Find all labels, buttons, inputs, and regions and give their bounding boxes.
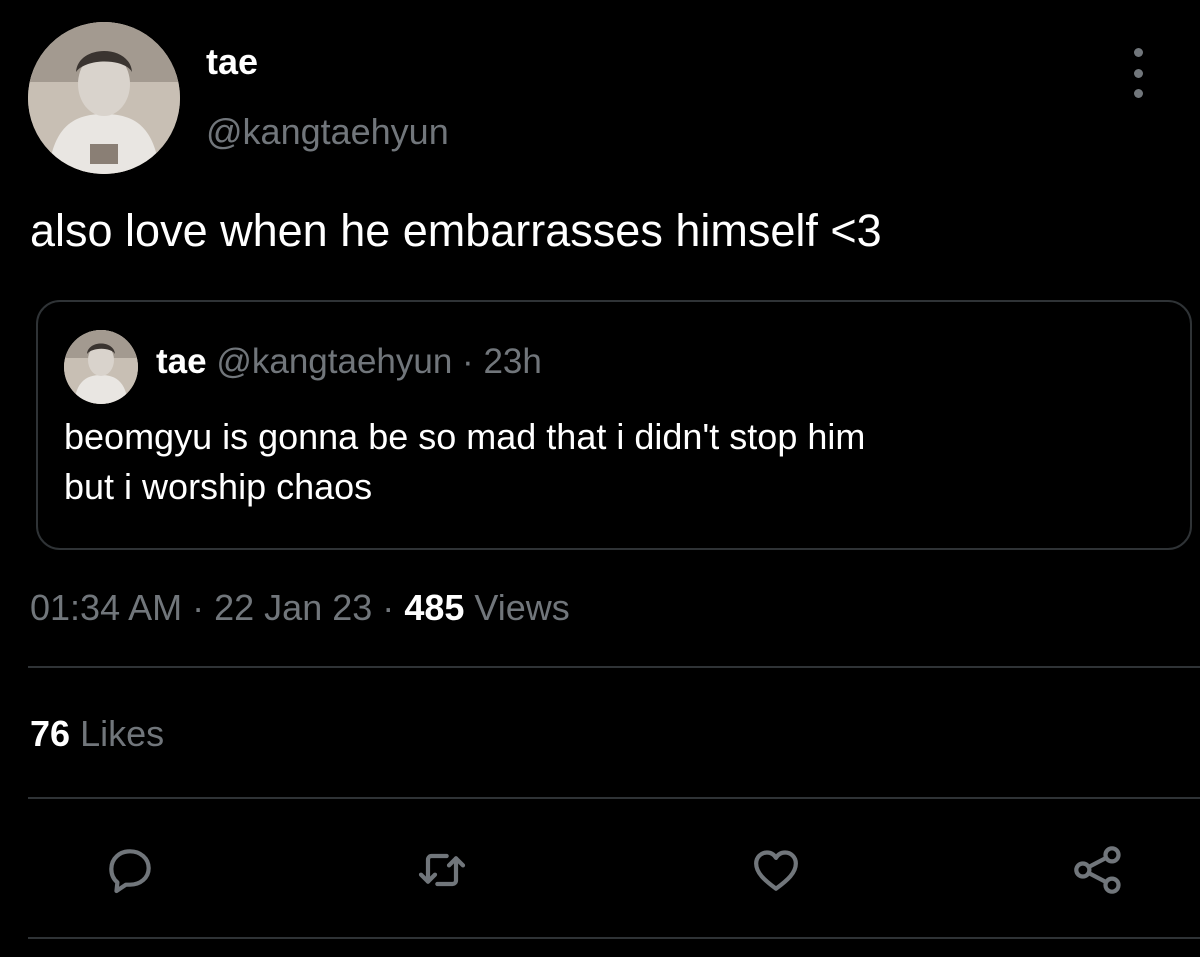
views-label: Views	[474, 587, 570, 628]
quoted-author-name: tae	[156, 342, 207, 381]
meta-separator: ·	[192, 587, 205, 628]
author-avatar[interactable]	[28, 22, 180, 174]
tweet-time: 01:34 AM	[30, 587, 183, 628]
author-handle[interactable]: @kangtaehyun	[206, 110, 449, 154]
tweet-date: 22 Jan 23	[214, 587, 373, 628]
quoted-avatar-photo	[64, 330, 138, 404]
likes-summary[interactable]: 76 Likes	[30, 712, 164, 756]
quoted-tweet-text: beomgyu is gonna be so mad that i didn't…	[64, 416, 866, 507]
divider	[28, 937, 1200, 939]
quoted-tweet-header: tae @kangtaehyun · 23h	[156, 340, 542, 384]
retweet-icon[interactable]	[414, 842, 470, 898]
reply-icon[interactable]	[102, 842, 158, 898]
divider	[28, 797, 1200, 799]
more-dot	[1133, 48, 1143, 57]
quoted-author-handle: @kangtaehyun	[216, 342, 453, 381]
avatar-photo	[28, 22, 180, 174]
share-icon[interactable]	[1070, 842, 1126, 898]
author-name[interactable]: tae	[206, 40, 258, 84]
views-count: 485	[404, 587, 465, 628]
quoted-tweet-card[interactable]: tae @kangtaehyun · 23h beomgyu is gonna …	[36, 300, 1192, 550]
more-dot	[1133, 89, 1143, 98]
quoted-author-avatar	[64, 330, 138, 404]
likes-label: Likes	[80, 713, 165, 754]
divider	[28, 666, 1200, 668]
heart-icon[interactable]	[748, 842, 804, 898]
tweet-text: also love when he embarrasses himself <3	[30, 205, 882, 256]
more-dot	[1133, 68, 1143, 78]
quoted-separator: ·	[462, 342, 474, 381]
meta-separator: ·	[382, 587, 395, 628]
likes-count: 76	[30, 713, 71, 754]
quoted-timestamp: 23h	[483, 342, 542, 381]
more-options-icon[interactable]	[1120, 48, 1156, 98]
tweet-meta: 01:34 AM · 22 Jan 23 · 485 Views	[30, 586, 570, 630]
